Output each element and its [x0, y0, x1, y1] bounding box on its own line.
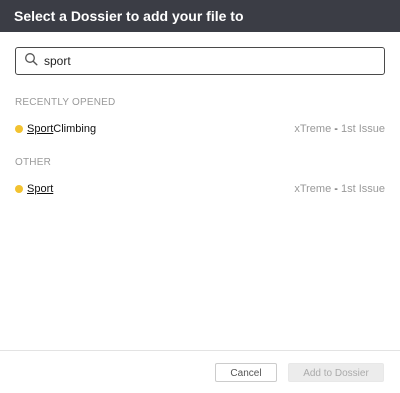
- dossier-separator: -: [331, 183, 341, 195]
- dossier-meta: xTreme - 1st Issue: [294, 123, 385, 135]
- dossier-title-rest: Climbing: [53, 123, 97, 135]
- dialog-footer: Cancel Add to Dossier: [0, 350, 400, 393]
- search-input[interactable]: [44, 54, 364, 68]
- dossier-publication: xTreme: [294, 123, 332, 135]
- dossier-row-left: Sport: [15, 183, 53, 195]
- dossier-publication: xTreme: [294, 183, 332, 195]
- search-area: [0, 32, 400, 75]
- dialog-title: Select a Dossier to add your file to: [0, 0, 400, 32]
- status-dot-icon: [15, 125, 23, 133]
- select-dossier-dialog: Select a Dossier to add your file to REC…: [0, 0, 400, 393]
- status-dot-icon: [15, 185, 23, 193]
- search-icon: [24, 52, 44, 71]
- dossier-separator: -: [331, 123, 341, 135]
- search-box[interactable]: [15, 47, 385, 75]
- dossier-meta: xTreme - 1st Issue: [294, 183, 385, 195]
- dossier-title-match: Sport: [27, 123, 54, 135]
- dossier-row-sport[interactable]: Sport xTreme - 1st Issue: [0, 179, 400, 199]
- dossier-issue: 1st Issue: [340, 123, 385, 135]
- cancel-button[interactable]: Cancel: [215, 363, 277, 382]
- dossier-issue: 1st Issue: [340, 183, 385, 195]
- dossier-title-match: Sport: [27, 183, 54, 195]
- dossier-row-left: Sport Climbing: [15, 123, 96, 135]
- section-recently-opened: RECENTLY OPENED: [15, 97, 116, 108]
- section-other: OTHER: [15, 157, 51, 168]
- add-to-dossier-button[interactable]: Add to Dossier: [288, 363, 384, 382]
- dossier-row-sport-climbing[interactable]: Sport Climbing xTreme - 1st Issue: [0, 119, 400, 139]
